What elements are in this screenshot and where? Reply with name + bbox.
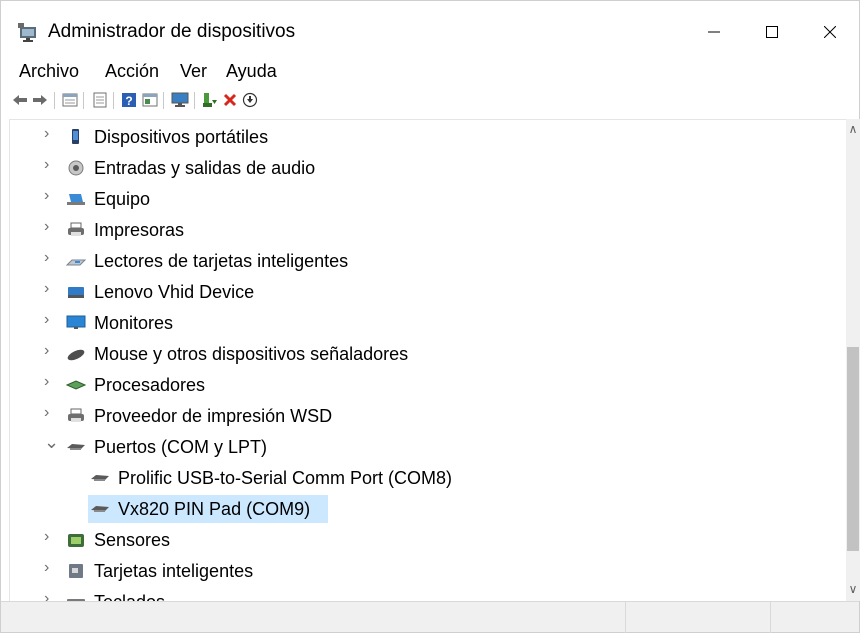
toolbar-separator <box>83 92 84 109</box>
computer-icon <box>66 190 86 208</box>
uninstall-icon[interactable] <box>221 90 239 110</box>
tree-item[interactable]: › Equipo <box>10 184 846 215</box>
tree-item[interactable]: › Lectores de tarjetas inteligentes <box>10 246 846 277</box>
status-bar <box>1 601 859 633</box>
expand-chevron-icon[interactable]: › <box>44 373 49 391</box>
menu-ver[interactable]: Ver <box>180 61 207 82</box>
expand-chevron-icon[interactable]: › <box>44 311 49 329</box>
expand-chevron-icon[interactable]: › <box>44 280 49 298</box>
close-button[interactable] <box>801 9 859 55</box>
tree-item[interactable]: › Monitores <box>10 308 846 339</box>
tree-item-label: Entradas y salidas de audio <box>94 158 316 178</box>
port-icon <box>90 500 110 518</box>
back-arrow-icon[interactable] <box>11 90 29 110</box>
tree-item[interactable]: ⌄ Puertos (COM y LPT) <box>10 432 846 463</box>
tree-item[interactable]: › Sensores <box>10 525 846 556</box>
toolbar: ? <box>1 88 859 114</box>
toolbar-separator <box>54 92 55 109</box>
tree-item-label: Proveedor de impresión WSD <box>94 406 333 426</box>
toolbar-separator <box>163 92 164 109</box>
smartcard-icon <box>66 562 86 580</box>
portable-device-icon <box>66 128 86 146</box>
tree-item-label: Monitores <box>94 313 174 333</box>
monitor-icon[interactable] <box>171 90 189 110</box>
minimize-button[interactable] <box>685 9 743 55</box>
device-manager-icon <box>18 23 40 43</box>
title-bar: Administrador de dispositivos <box>1 1 859 61</box>
tree-item[interactable]: › Impresoras <box>10 215 846 246</box>
tree-item-label: Teclados <box>94 592 165 601</box>
enable-device-icon[interactable] <box>201 90 219 110</box>
tree-item[interactable]: › Mouse y otros dispositivos señaladores <box>10 339 846 370</box>
svg-text:?: ? <box>125 94 132 108</box>
tree-item-label: Impresoras <box>94 220 185 240</box>
maximize-button[interactable] <box>743 9 801 55</box>
expand-chevron-icon[interactable]: › <box>44 125 49 143</box>
status-segment <box>625 602 770 633</box>
action-view-icon[interactable] <box>141 90 159 110</box>
tree-item[interactable]: › Tarjetas inteligentes <box>10 556 846 587</box>
audio-icon <box>66 159 86 177</box>
tree-item-label: Lectores de tarjetas inteligentes <box>94 251 349 271</box>
processor-icon <box>65 376 87 394</box>
tree-item-label: Sensores <box>94 530 171 550</box>
tree-item-label: Procesadores <box>94 375 206 395</box>
device-manager-window: Administrador de dispositivos Archivo Ac… <box>0 0 860 633</box>
expand-chevron-icon[interactable]: › <box>44 590 49 601</box>
scroll-down-arrow[interactable]: ∨ <box>846 581 860 597</box>
expand-chevron-icon[interactable]: › <box>44 342 49 360</box>
window-title: Administrador de dispositivos <box>48 21 296 42</box>
expand-chevron-icon[interactable]: › <box>44 528 49 546</box>
menu-archivo[interactable]: Archivo <box>19 61 79 82</box>
keyboard-icon <box>66 593 86 601</box>
printer-icon <box>66 407 86 425</box>
expand-chevron-icon[interactable]: › <box>44 404 49 422</box>
help-icon[interactable]: ? <box>120 90 138 110</box>
tree-item-label: Mouse y otros dispositivos señaladores <box>94 344 409 364</box>
tree-item[interactable]: › Teclados <box>10 587 846 601</box>
tree-item[interactable]: › Entradas y salidas de audio <box>10 153 846 184</box>
forward-arrow-icon[interactable] <box>31 90 49 110</box>
smartcard-reader-icon <box>65 252 87 270</box>
tree-item[interactable]: Prolific USB-to-Serial Comm Port (COM8) <box>10 463 846 494</box>
tree-item-label: Prolific USB-to-Serial Comm Port (COM8) <box>118 468 453 488</box>
tree-item-label: Tarjetas inteligentes <box>94 561 254 581</box>
vertical-scrollbar[interactable]: ∧ ∨ <box>846 119 860 601</box>
tree-item-label: Lenovo Vhid Device <box>94 282 255 302</box>
tree-item-label: Puertos (COM y LPT) <box>94 437 268 457</box>
update-driver-icon[interactable] <box>241 90 259 110</box>
collapse-chevron-icon[interactable]: ⌄ <box>44 432 59 453</box>
port-icon <box>90 469 110 487</box>
sensor-icon <box>66 531 86 549</box>
menu-bar: Archivo Acción Ver Ayuda <box>1 56 859 86</box>
tree-item[interactable]: › Lenovo Vhid Device <box>10 277 846 308</box>
menu-accion[interactable]: Acción <box>105 61 159 82</box>
tree-item-label: Equipo <box>94 189 151 209</box>
tree-item[interactable]: › Dispositivos portátiles <box>10 122 846 153</box>
hid-device-icon <box>66 283 86 301</box>
monitor-icon <box>66 314 86 332</box>
menu-ayuda[interactable]: Ayuda <box>226 61 277 82</box>
mouse-icon <box>66 345 86 363</box>
expand-chevron-icon[interactable]: › <box>44 559 49 577</box>
device-tree[interactable]: › Dispositivos portátiles › Entradas y sali… <box>9 119 846 601</box>
expand-chevron-icon[interactable]: › <box>44 218 49 236</box>
scroll-up-arrow[interactable]: ∧ <box>846 121 860 137</box>
tree-item[interactable]: › Procesadores <box>10 370 846 401</box>
scroll-thumb[interactable] <box>847 347 859 551</box>
status-segment <box>770 602 859 633</box>
toolbar-separator <box>194 92 195 109</box>
printer-icon <box>66 221 86 239</box>
expand-chevron-icon[interactable]: › <box>44 187 49 205</box>
tree-item-label: Vx820 PIN Pad (COM9) <box>118 499 311 519</box>
tree-item-label: Dispositivos portátiles <box>94 127 269 147</box>
toolbar-separator <box>113 92 114 109</box>
expand-chevron-icon[interactable]: › <box>44 249 49 267</box>
properties-icon[interactable] <box>61 90 79 110</box>
show-hidden-icon[interactable] <box>91 90 109 110</box>
tree-item-selected[interactable]: Vx820 PIN Pad (COM9) <box>10 494 846 525</box>
tree-item[interactable]: › Proveedor de impresión WSD <box>10 401 846 432</box>
port-icon <box>66 438 86 456</box>
expand-chevron-icon[interactable]: › <box>44 156 49 174</box>
